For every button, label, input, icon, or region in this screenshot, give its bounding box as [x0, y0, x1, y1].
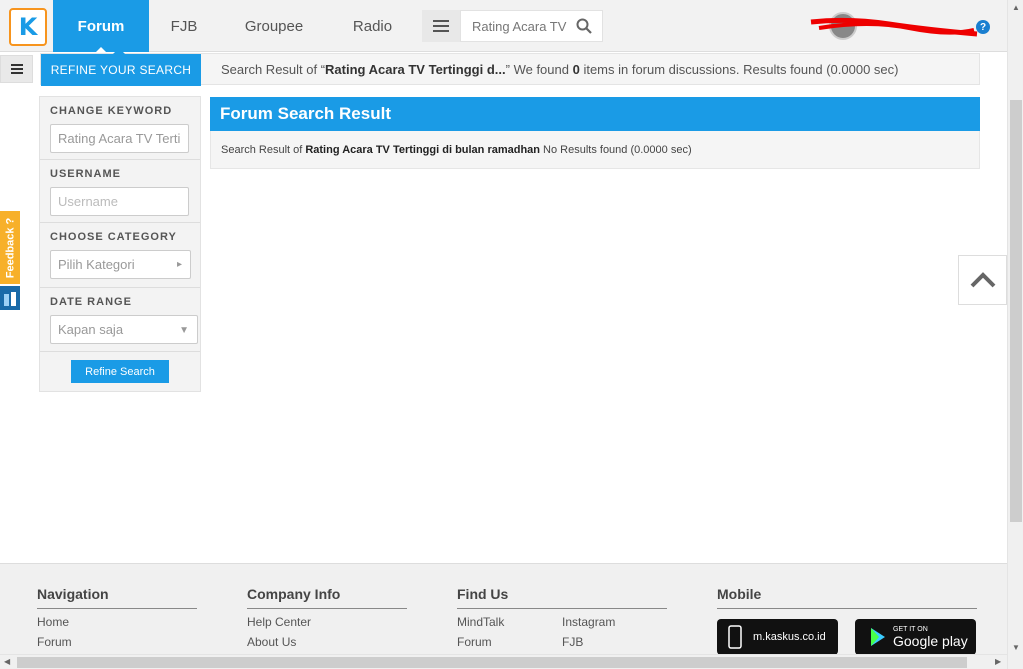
result-suffix: No Results found (0.0000 sec) — [543, 143, 692, 156]
footer-link-instagram[interactable]: Instagram — [562, 615, 615, 629]
scroll-down-icon[interactable]: ▼ — [1012, 643, 1020, 652]
mobile-site-button[interactable]: m.kaskus.co.id — [717, 619, 838, 654]
category-select[interactable]: Pilih Kategori ▸ — [50, 250, 191, 279]
tab-radio[interactable]: Radio — [335, 0, 410, 52]
google-play-label: Google play — [893, 632, 968, 649]
horizontal-scroll-thumb[interactable] — [17, 657, 967, 668]
google-play-button[interactable]: GET IT ON Google play — [855, 619, 976, 654]
footer-mobile-title: Mobile — [717, 586, 977, 609]
tab-fjb[interactable]: FJB — [149, 0, 219, 52]
results-bar: REFINE YOUR SEARCH Search Result of “Rat… — [40, 48, 980, 86]
google-play-top: GET IT ON — [893, 625, 928, 633]
chevron-up-icon — [970, 272, 995, 288]
category-section: CHOOSE CATEGORY Pilih Kategori ▸ — [40, 223, 200, 288]
back-to-top-button[interactable] — [958, 255, 1007, 305]
scroll-up-icon[interactable]: ▲ — [1012, 3, 1020, 12]
refine-search-tab[interactable]: REFINE YOUR SEARCH — [41, 48, 201, 86]
footer-link-help[interactable]: Help Center — [247, 615, 407, 629]
date-section: DATE RANGE Kapan saja ▼ — [40, 288, 200, 352]
result-query: Rating Acara TV Tertinggi di bulan ramad… — [305, 143, 541, 156]
feedback-label: Feedback ? — [4, 217, 16, 278]
footer-findus: Find Us MindTalk Instagram Forum FJB — [457, 586, 667, 649]
keyword-field[interactable]: Rating Acara TV Terti — [50, 124, 189, 153]
category-value: Pilih Kategori — [58, 257, 135, 272]
keyword-section: CHANGE KEYWORD Rating Acara TV Terti — [40, 97, 200, 160]
top-nav: K Forum FJB Groupee Radio ? — [0, 0, 1007, 53]
refine-search-button[interactable]: Refine Search — [71, 360, 169, 383]
username-label: USERNAME — [50, 168, 121, 180]
feedback-icon[interactable] — [0, 286, 20, 310]
result-title: Forum Search Result — [210, 97, 980, 131]
summary-prefix: Search Result of “ — [221, 62, 326, 77]
vertical-scroll-thumb[interactable] — [1010, 100, 1022, 522]
chevron-right-icon: ▸ — [176, 259, 182, 270]
footer-link-home[interactable]: Home — [37, 615, 197, 629]
play-store-icon — [871, 628, 885, 646]
footer-navigation: Navigation Home Forum — [37, 586, 197, 649]
feedback-tab[interactable]: Feedback ? — [0, 211, 20, 284]
date-select[interactable]: Kapan saja ▼ — [50, 315, 198, 344]
help-icon[interactable]: ? — [976, 20, 990, 34]
footer-link-about[interactable]: About Us — [247, 635, 407, 649]
summary-count: 0 — [572, 62, 580, 77]
tab-groupee[interactable]: Groupee — [225, 0, 323, 52]
footer-navigation-title: Navigation — [37, 586, 197, 609]
category-label: CHOOSE CATEGORY — [50, 231, 177, 243]
kaskus-logo[interactable]: K — [9, 8, 47, 46]
summary-middle: ” We found — [505, 62, 573, 77]
username-field[interactable]: Username — [50, 187, 189, 216]
tab-forum[interactable]: Forum — [53, 0, 149, 53]
phone-icon — [728, 625, 742, 649]
footer-link-forum[interactable]: Forum — [37, 635, 197, 649]
sidebar-toggle-icon[interactable] — [0, 55, 33, 83]
search-icon[interactable] — [569, 18, 599, 34]
footer: Navigation Home Forum Company Info Help … — [0, 563, 1007, 654]
results-summary: Search Result of “Rating Acara TV Tertin… — [221, 62, 898, 77]
redaction-scribble — [810, 17, 978, 37]
logo-letter: K — [18, 13, 38, 41]
menu-icon[interactable] — [422, 10, 460, 42]
footer-company-title: Company Info — [247, 586, 407, 609]
horizontal-scrollbar[interactable]: ◀ ▶ — [0, 654, 1007, 669]
scroll-left-icon[interactable]: ◀ — [4, 657, 10, 666]
summary-suffix: items in forum discussions. Results foun… — [579, 62, 899, 77]
date-value: Kapan saja — [58, 322, 124, 337]
username-section: USERNAME Username — [40, 160, 200, 223]
footer-mobile: Mobile — [717, 586, 977, 609]
footer-company: Company Info Help Center About Us — [247, 586, 407, 649]
scroll-right-icon[interactable]: ▶ — [995, 657, 1001, 666]
mobile-site-label: m.kaskus.co.id — [753, 631, 826, 643]
result-prefix: Search Result of — [221, 143, 303, 156]
result-body: Search Result of Rating Acara TV Terting… — [210, 131, 980, 169]
summary-query: Rating Acara TV Tertinggi d... — [325, 62, 506, 77]
date-label: DATE RANGE — [50, 296, 132, 308]
footer-link-mindtalk[interactable]: MindTalk — [457, 615, 504, 629]
keyword-label: CHANGE KEYWORD — [50, 105, 173, 117]
search-box — [460, 10, 603, 42]
refine-panel: CHANGE KEYWORD Rating Acara TV Terti USE… — [39, 96, 201, 392]
search-input[interactable] — [461, 18, 569, 34]
vertical-scrollbar[interactable]: ▲ ▼ — [1007, 0, 1023, 669]
user-menu[interactable] — [810, 12, 979, 40]
footer-findus-title: Find Us — [457, 586, 667, 609]
footer-link-forum2[interactable]: Forum — [457, 635, 492, 649]
footer-link-fjb[interactable]: FJB — [562, 635, 583, 649]
chevron-down-icon: ▼ — [179, 325, 189, 336]
